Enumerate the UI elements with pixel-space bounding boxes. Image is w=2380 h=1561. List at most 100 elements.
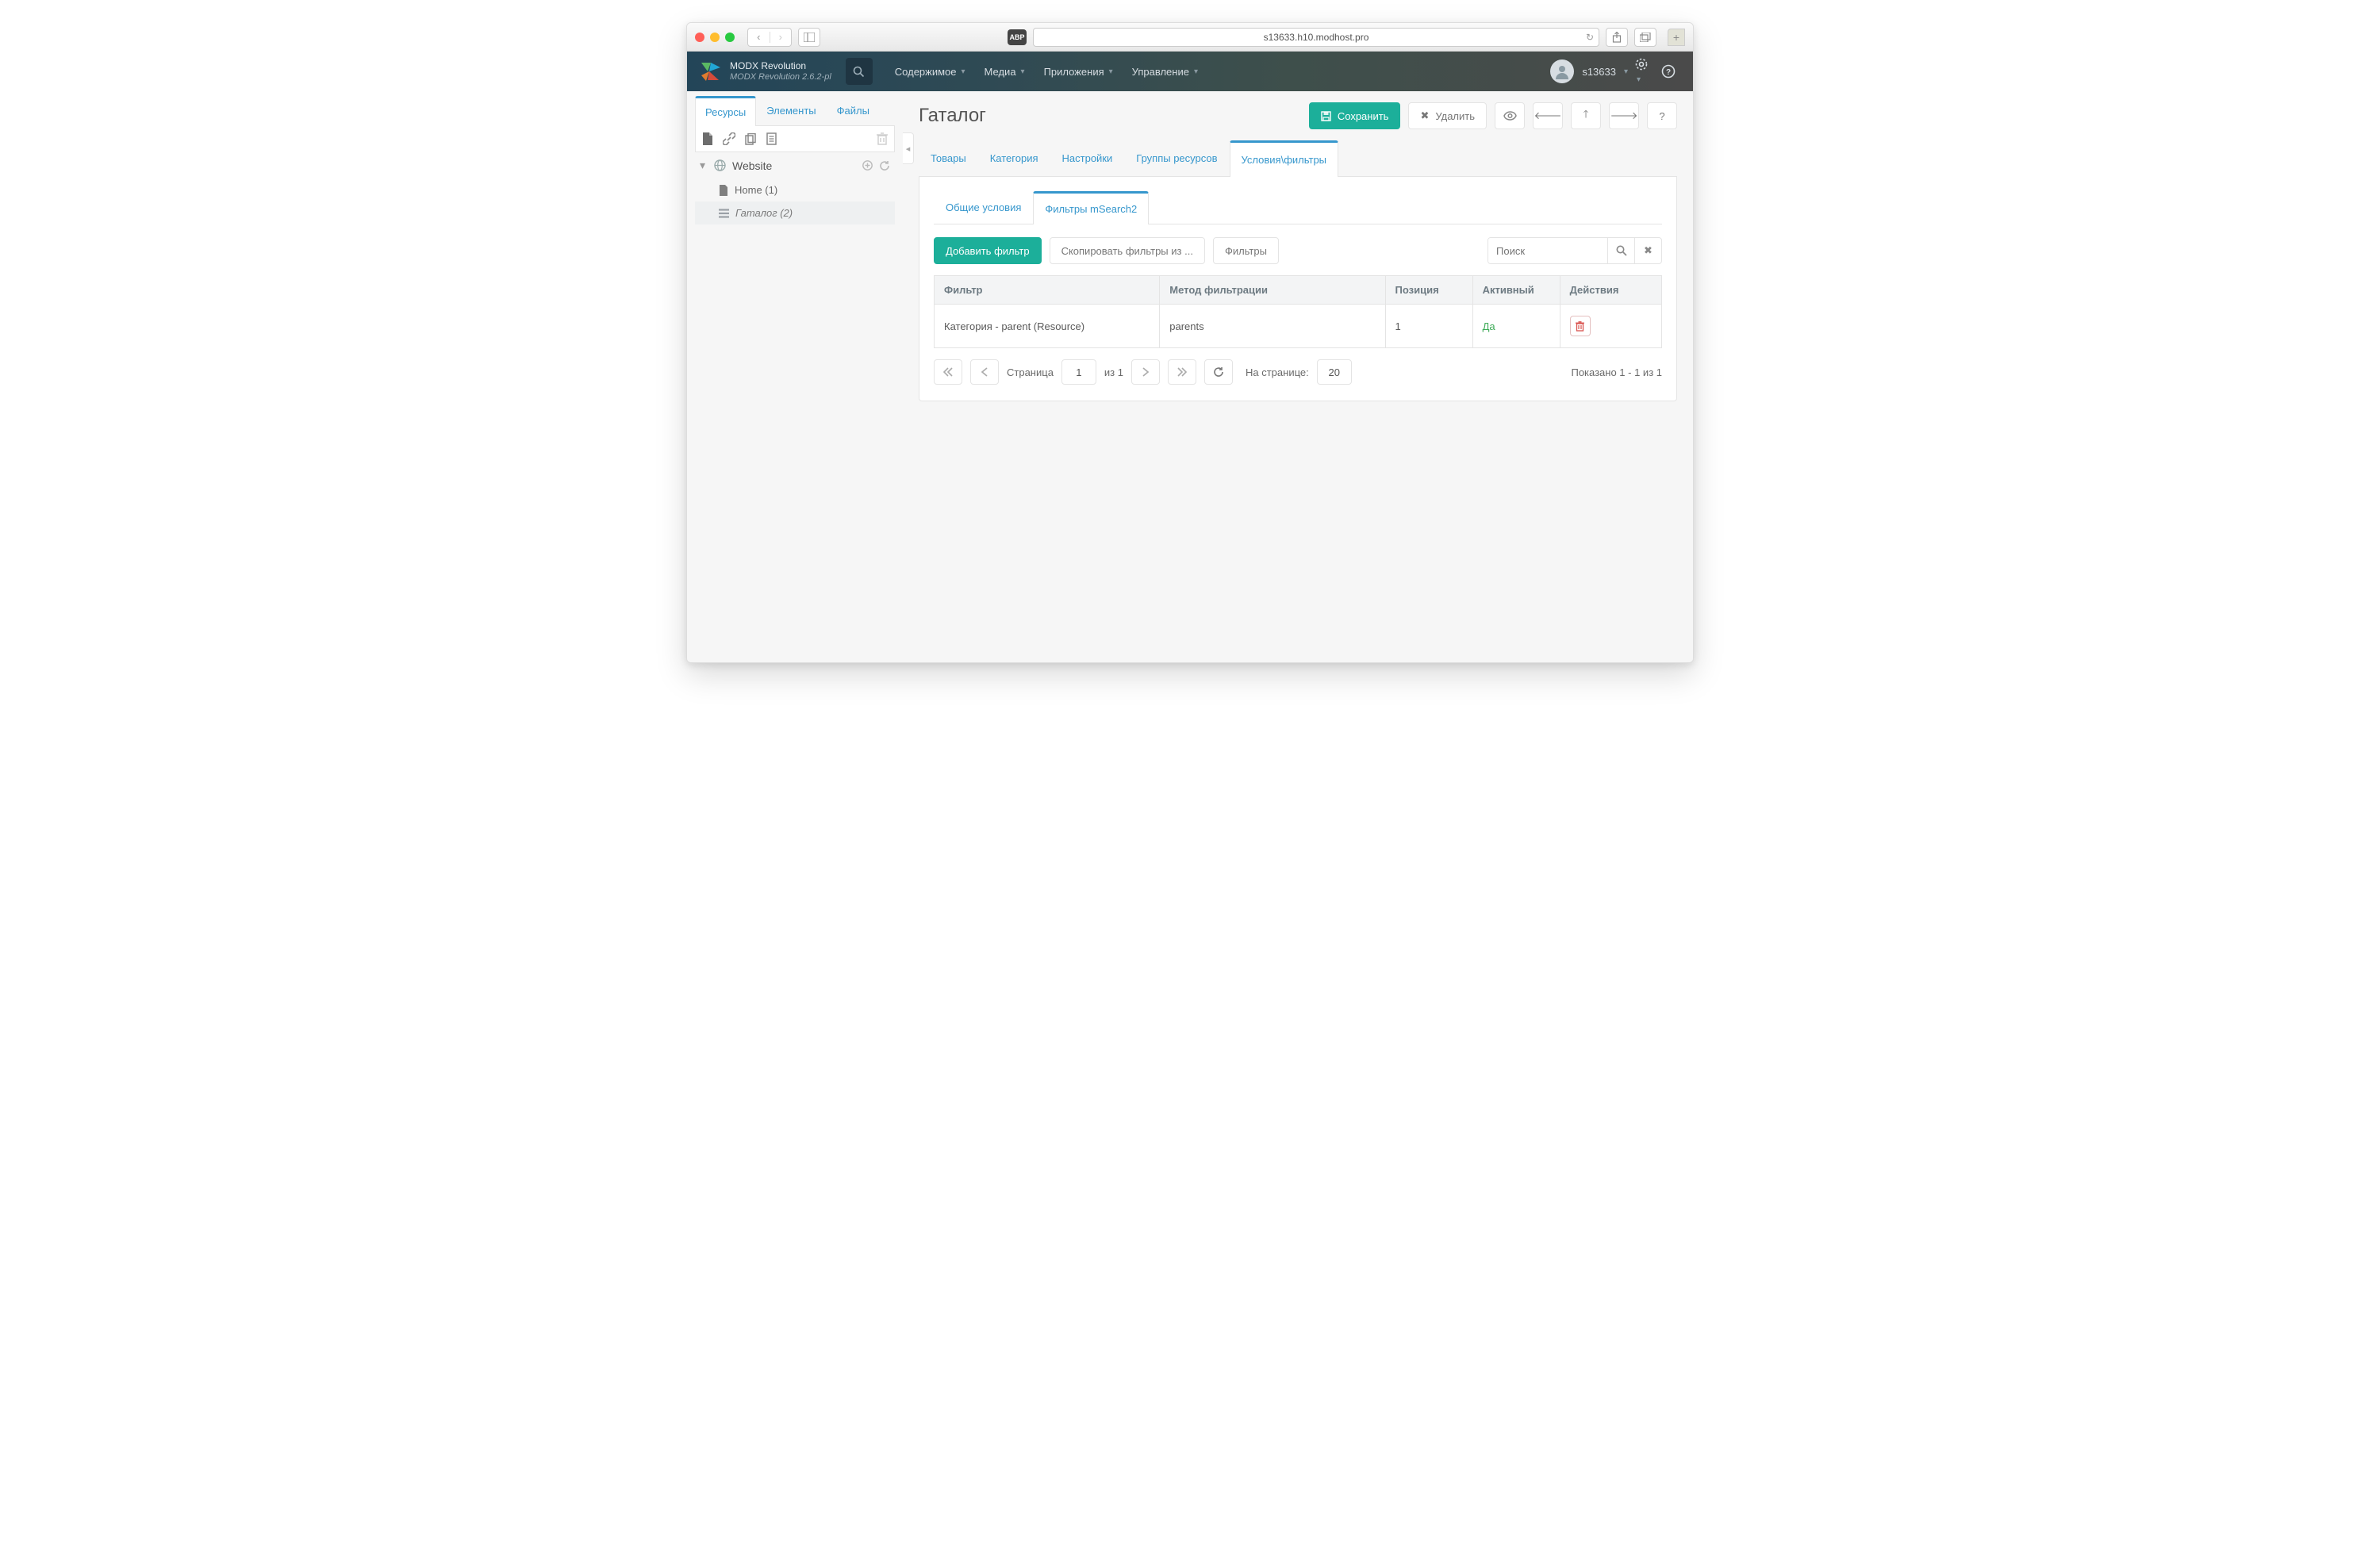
share-icon[interactable] (1606, 28, 1628, 47)
page-input[interactable] (1061, 359, 1096, 385)
user-menu[interactable]: s13633 ▾ (1550, 59, 1628, 83)
maximize-window-dot[interactable] (725, 33, 735, 42)
sidebar-tab-elements[interactable]: Элементы (756, 96, 826, 125)
link-icon[interactable] (723, 132, 735, 145)
col-method[interactable]: Метод фильтрации (1160, 276, 1385, 305)
forward-button[interactable]: › (770, 31, 792, 43)
url-text: s13633.h10.modhost.pro (1264, 32, 1369, 43)
tabs-icon[interactable] (1634, 28, 1656, 47)
col-active[interactable]: Активный (1472, 276, 1560, 305)
tab-category[interactable]: Категория (978, 140, 1050, 176)
pagination: Страница из 1 На странице: Показано 1 - … (934, 348, 1662, 386)
x-icon: ✖ (1420, 109, 1429, 122)
user-name: s13633 (1582, 66, 1616, 78)
table-row[interactable]: Категория - parent (Resource) parents 1 … (935, 305, 1662, 348)
main-tabs: Товары Категория Настройки Группы ресурс… (919, 140, 1677, 177)
pager-summary: Показано 1 - 1 из 1 (1571, 366, 1662, 378)
collapse-sidebar-button[interactable]: ◂ (903, 132, 914, 164)
filters-button[interactable]: Фильтры (1213, 237, 1279, 264)
page-label: Страница (1007, 366, 1054, 378)
nav-arrows: ‹ › (747, 28, 792, 47)
tree-item-home[interactable]: Home (1) (695, 178, 895, 201)
save-icon (1321, 111, 1331, 121)
arrow-left-icon: 🡐 (1534, 109, 1562, 122)
copy-icon[interactable] (745, 133, 757, 145)
menu-apps[interactable]: Приложения▾ (1036, 52, 1121, 91)
file-alt-icon[interactable] (766, 132, 777, 145)
new-tab-button[interactable]: + (1668, 29, 1685, 46)
col-actions: Действия (1560, 276, 1661, 305)
page-next-button[interactable] (1131, 359, 1160, 385)
page-first-button[interactable] (934, 359, 962, 385)
table-header-row: Фильтр Метод фильтрации Позиция Активный… (935, 276, 1662, 305)
per-page-input[interactable] (1317, 359, 1352, 385)
browser-chrome: ‹ › ABP s13633.h10.modhost.pro ↻ + (687, 23, 1693, 52)
back-button[interactable]: ‹ (748, 31, 770, 43)
tab-conditions[interactable]: Условия\фильтры (1230, 140, 1339, 177)
prev-button[interactable]: 🡐 (1533, 102, 1563, 129)
eye-icon (1503, 111, 1517, 121)
action-bar: Гаталог Сохранить ✖ Удалить 🡐 🡑 🡒 ? (919, 91, 1677, 140)
help-icon[interactable]: ? (1655, 58, 1682, 85)
page-refresh-button[interactable] (1204, 359, 1233, 385)
subtab-common[interactable]: Общие условия (934, 191, 1033, 224)
trash-icon[interactable] (877, 132, 888, 145)
sidebar-toolbar (695, 126, 895, 152)
row-delete-button[interactable] (1570, 316, 1591, 336)
filters-table: Фильтр Метод фильтрации Позиция Активный… (934, 275, 1662, 348)
chevron-down-icon: ▾ (962, 67, 965, 76)
arrow-right-icon: 🡒 (1610, 109, 1638, 122)
minimize-window-dot[interactable] (710, 33, 720, 42)
cell-active: Да (1472, 305, 1560, 348)
workspace: Ресурсы Элементы Файлы ▾ Website (687, 91, 1693, 662)
chevron-down-icon: ▾ (1021, 67, 1025, 76)
menu-manage[interactable]: Управление▾ (1124, 52, 1206, 91)
search-clear-icon[interactable]: ✖ (1634, 237, 1661, 264)
cell-method: parents (1160, 305, 1385, 348)
url-bar[interactable]: s13633.h10.modhost.pro ↻ (1033, 28, 1599, 47)
tree-item-catalog[interactable]: Гаталог (2) (695, 201, 895, 224)
sidebar-tab-resources[interactable]: Ресурсы (695, 96, 756, 126)
tree-item-label: Home (1) (735, 184, 777, 196)
global-search-button[interactable] (846, 58, 873, 85)
copy-filters-button[interactable]: Скопировать фильтры из ... (1050, 237, 1205, 264)
tab-resource-groups[interactable]: Группы ресурсов (1124, 140, 1229, 176)
abp-badge[interactable]: ABP (1008, 29, 1027, 45)
sidebar-toggle-icon[interactable] (798, 28, 820, 47)
chevron-down-icon: ▾ (1637, 75, 1641, 84)
view-button[interactable] (1495, 102, 1525, 129)
col-position[interactable]: Позиция (1385, 276, 1472, 305)
next-button[interactable]: 🡒 (1609, 102, 1639, 129)
search-submit-icon[interactable] (1607, 237, 1634, 264)
reload-icon[interactable]: ↻ (1586, 32, 1594, 43)
main-panel: Гаталог Сохранить ✖ Удалить 🡐 🡑 🡒 ? (903, 91, 1693, 662)
expand-icon[interactable]: ▾ (700, 159, 708, 172)
page-prev-button[interactable] (970, 359, 999, 385)
tab-settings[interactable]: Настройки (1050, 140, 1125, 176)
add-icon[interactable] (862, 160, 873, 171)
menu-media[interactable]: Медиа▾ (977, 52, 1033, 91)
site-name: Website (732, 159, 772, 172)
sidebar-tab-files[interactable]: Файлы (827, 96, 880, 125)
search-input[interactable] (1488, 238, 1607, 263)
new-resource-icon[interactable] (702, 132, 713, 145)
brand-text: MODX Revolution MODX Revolution 2.6.2-pl (730, 61, 831, 81)
cell-position: 1 (1385, 305, 1472, 348)
menu-content[interactable]: Содержимое▾ (887, 52, 973, 91)
tree-item-label: Гаталог (2) (735, 207, 793, 219)
delete-button[interactable]: ✖ Удалить (1408, 102, 1487, 129)
refresh-icon[interactable] (879, 160, 890, 171)
brand-line2: MODX Revolution 2.6.2-pl (730, 72, 831, 82)
col-filter[interactable]: Фильтр (935, 276, 1160, 305)
page-last-button[interactable] (1168, 359, 1196, 385)
help-button[interactable]: ? (1647, 102, 1677, 129)
settings-icon[interactable]: ▾ (1628, 51, 1655, 92)
add-filter-button[interactable]: Добавить фильтр (934, 237, 1042, 264)
tree-site-row[interactable]: ▾ Website (695, 152, 895, 178)
tab-products[interactable]: Товары (919, 140, 978, 176)
close-window-dot[interactable] (695, 33, 704, 42)
top-menu: Содержимое▾ Медиа▾ Приложения▾ Управлени… (887, 52, 1206, 91)
subtab-filters[interactable]: Фильтры mSearch2 (1033, 191, 1149, 224)
up-button[interactable]: 🡑 (1571, 102, 1601, 129)
save-button[interactable]: Сохранить (1309, 102, 1401, 129)
